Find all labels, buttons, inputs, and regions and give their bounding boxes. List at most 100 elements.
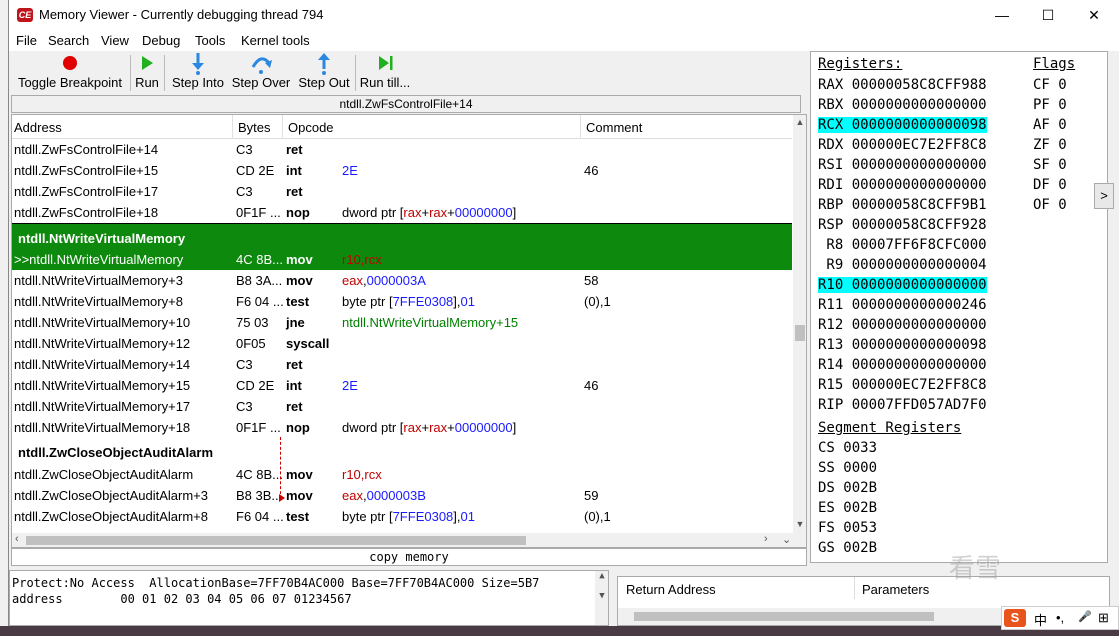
menu-tools[interactable]: Tools: [195, 33, 225, 48]
scroll-thumb[interactable]: [634, 612, 934, 621]
ime-toolbar[interactable]: S 中 •, 🎤 ⊞: [1001, 606, 1119, 630]
disasm-row[interactable]: ntdll.NtWriteVirtualMemory+14 C3 ret: [12, 354, 792, 375]
disasm-row[interactable]: ntdll.ZwFsControlFile+17 C3 ret: [12, 181, 792, 202]
disassembler-vertical-scrollbar[interactable]: ▲ ▼: [793, 115, 806, 533]
disasm-row[interactable]: ntdll.NtWriteVirtualMemory+17 C3 ret: [12, 396, 792, 417]
step-over-button[interactable]: Step Over: [230, 51, 292, 95]
scroll-up-icon[interactable]: ▲: [793, 117, 806, 127]
column-opcode[interactable]: Opcode: [288, 120, 334, 135]
register-r9[interactable]: R9 0000000000000004: [818, 257, 986, 277]
scroll-down-icon[interactable]: ▼: [793, 519, 806, 529]
register-r8[interactable]: R8 00007FF6F8CFC000: [818, 237, 986, 257]
maximize-button[interactable]: ☐: [1025, 0, 1071, 31]
step-into-button[interactable]: Step Into: [169, 51, 227, 95]
close-button[interactable]: ✕: [1071, 0, 1117, 31]
keyboard-grid-icon[interactable]: ⊞: [1098, 610, 1109, 626]
register-r13[interactable]: R13 0000000000000098: [818, 337, 987, 357]
register-rsp[interactable]: RSP 00000058C8CFF928: [818, 217, 987, 237]
column-comment[interactable]: Comment: [586, 120, 642, 135]
disassembler-address-header[interactable]: ntdll.ZwFsControlFile+14: [11, 95, 801, 113]
flag-af[interactable]: AF 0: [1033, 117, 1067, 137]
register-rip[interactable]: RIP 00007FFD057AD7F0: [818, 397, 987, 417]
disasm-row-selected[interactable]: >>ntdll.NtWriteVirtualMemory 4C 8B... mo…: [12, 249, 792, 270]
minimize-button[interactable]: —: [979, 0, 1025, 31]
segment-gs[interactable]: GS 002B: [818, 540, 877, 560]
segment-cs[interactable]: CS 0033: [818, 440, 877, 460]
disasm-row[interactable]: ntdll.NtWriteVirtualMemory+3 B8 3A... mo…: [12, 270, 792, 291]
flag-df[interactable]: DF 0: [1033, 177, 1067, 197]
column-return-address[interactable]: Return Address: [626, 582, 716, 597]
title-bar[interactable]: CE Memory Viewer - Currently debugging t…: [9, 0, 1119, 31]
column-bytes[interactable]: Bytes: [238, 120, 271, 135]
disassembler-view[interactable]: Address Bytes Opcode Comment ntdll.ZwFsC…: [11, 114, 807, 548]
menu-file[interactable]: File: [16, 33, 37, 48]
hex-view[interactable]: Protect:No Access AllocationBase=7FF70B4…: [9, 570, 609, 626]
disasm-row[interactable]: ntdll.NtWriteVirtualMemory+18 0F1F ... n…: [12, 417, 792, 438]
copy-memory-bar[interactable]: copy memory: [11, 548, 807, 566]
hex-vertical-scrollbar[interactable]: ▲ ▼: [595, 571, 608, 625]
menu-kernel-tools[interactable]: Kernel tools: [241, 33, 310, 48]
run-till-button[interactable]: Run till...: [359, 51, 411, 95]
register-rcx[interactable]: RCX 0000000000000098: [818, 117, 987, 137]
menu-debug[interactable]: Debug: [142, 33, 180, 48]
disasm-row[interactable]: ntdll.NtWriteVirtualMemory+8 F6 04 ... t…: [12, 291, 792, 312]
flag-of[interactable]: OF 0: [1033, 197, 1067, 217]
register-rbp[interactable]: RBP 00000058C8CFF9B1: [818, 197, 987, 217]
register-rdx[interactable]: RDX 000000EC7E2FF8C8: [818, 137, 987, 157]
scroll-left-icon[interactable]: ‹: [15, 533, 19, 545]
disasm-row[interactable]: ntdll.ZwFsControlFile+15 CD 2E int 2E 46: [12, 160, 792, 181]
register-r12[interactable]: R12 0000000000000000: [818, 317, 987, 337]
register-r14[interactable]: R14 0000000000000000: [818, 357, 987, 377]
sogou-logo-icon[interactable]: S: [1004, 609, 1026, 627]
disasm-row[interactable]: ntdll.ZwFsControlFile+14 C3 ret: [12, 139, 792, 160]
flag-cf[interactable]: CF 0: [1033, 77, 1067, 97]
segment-ss[interactable]: SS 0000: [818, 460, 877, 480]
scroll-thumb[interactable]: [795, 325, 805, 341]
column-address[interactable]: Address: [14, 120, 62, 135]
segment-fs[interactable]: FS 0053: [818, 520, 877, 540]
expand-registers-button[interactable]: >: [1094, 183, 1114, 209]
column-divider[interactable]: [232, 115, 233, 139]
register-rax[interactable]: RAX 00000058C8CFF988: [818, 77, 987, 97]
register-r15[interactable]: R15 000000EC7E2FF8C8: [818, 377, 987, 397]
disasm-row[interactable]: ntdll.ZwCloseObjectAuditAlarm 4C 8B... m…: [12, 464, 792, 485]
segment-ds[interactable]: DS 002B: [818, 480, 877, 500]
register-r11[interactable]: R11 0000000000000246: [818, 297, 987, 317]
row-comment: 59: [584, 488, 599, 503]
disassembler-horizontal-scrollbar[interactable]: ‹ › ⌄: [12, 533, 806, 547]
register-rdi[interactable]: RDI 0000000000000000: [818, 177, 987, 197]
disasm-row[interactable]: ntdll.ZwCloseObjectAuditAlarm+3 B8 3B...…: [12, 485, 792, 506]
scroll-down-icon[interactable]: ⌄: [782, 533, 791, 546]
registers-box[interactable]: Registers: Flags RAX 00000058C8CFF988 RB…: [810, 51, 1108, 563]
disasm-row[interactable]: ntdll.ZwCloseObjectAuditAlarm+8 F6 04 ..…: [12, 506, 792, 527]
column-divider[interactable]: [282, 115, 283, 139]
register-rsi[interactable]: RSI 0000000000000000: [818, 157, 987, 177]
column-divider[interactable]: [580, 115, 581, 139]
toggle-breakpoint-button[interactable]: Toggle Breakpoint: [12, 51, 128, 95]
ime-language[interactable]: 中: [1034, 610, 1047, 629]
function-label-row-selected[interactable]: ntdll.NtWriteVirtualMemory: [12, 223, 792, 249]
menu-search[interactable]: Search: [48, 33, 89, 48]
register-value: 0000000000000000: [851, 177, 987, 193]
menu-view[interactable]: View: [101, 33, 129, 48]
segment-es[interactable]: ES 002B: [818, 500, 877, 520]
flag-pf[interactable]: PF 0: [1033, 97, 1067, 117]
flag-zf[interactable]: ZF 0: [1033, 137, 1067, 157]
column-divider[interactable]: [854, 577, 855, 599]
disasm-row[interactable]: ntdll.NtWriteVirtualMemory+10 75 03 jne …: [12, 312, 792, 333]
scroll-thumb[interactable]: [26, 536, 526, 545]
column-parameters[interactable]: Parameters: [862, 582, 929, 597]
register-rbx[interactable]: RBX 0000000000000000: [818, 97, 987, 117]
function-label-row[interactable]: ntdll.ZwCloseObjectAuditAlarm: [12, 438, 792, 464]
scroll-right-icon[interactable]: ›: [764, 533, 768, 545]
disasm-row[interactable]: ntdll.NtWriteVirtualMemory+12 0F05 sysca…: [12, 333, 792, 354]
register-r10[interactable]: R10 0000000000000000: [818, 277, 987, 297]
flag-sf[interactable]: SF 0: [1033, 157, 1067, 177]
run-button[interactable]: Run: [133, 51, 161, 95]
disasm-row[interactable]: ntdll.ZwFsControlFile+18 0F1F ... nop dw…: [12, 202, 792, 223]
disasm-row[interactable]: ntdll.NtWriteVirtualMemory+15 CD 2E int …: [12, 375, 792, 396]
step-out-button[interactable]: Step Out: [296, 51, 352, 95]
microphone-icon[interactable]: 🎤: [1078, 610, 1092, 623]
operand-text: ],: [453, 294, 461, 309]
ime-punctuation[interactable]: •,: [1056, 610, 1064, 625]
